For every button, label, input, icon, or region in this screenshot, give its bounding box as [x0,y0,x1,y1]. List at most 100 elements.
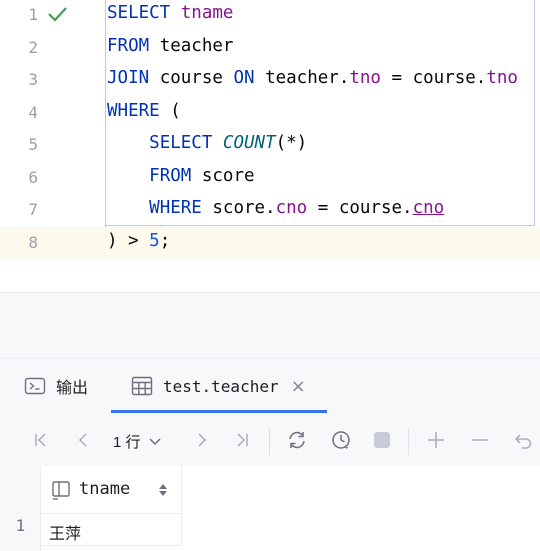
code-token: course [149,68,234,88]
code-token: ON [233,68,255,88]
code-text: SELECT tname [107,3,233,23]
code-text: FROM teacher [107,36,233,56]
tab-test-teacher-label: test.teacher [163,376,279,396]
result-grid: tname 1 王萍 [0,466,540,551]
code-line[interactable]: 7 WHERE score.cno = course.cno [0,194,540,226]
row-number-gutter [0,466,41,551]
code-text: SELECT COUNT(*) [107,133,307,153]
cell-value: 王萍 [49,524,82,543]
toolbar-separator [408,429,409,455]
code-line[interactable]: 8 ) > 5; [0,226,540,259]
table-cell[interactable]: 王萍 [41,514,182,546]
code-token: = course. [307,198,413,218]
code-token: (*) [275,133,308,153]
code-token: COUNT [222,133,276,153]
plus-icon [428,432,444,448]
tab-output-label: 输出 [56,380,89,397]
column-icon [52,481,70,500]
code-token: FROM [107,35,150,56]
refresh-button[interactable] [284,427,310,453]
column-header-tname[interactable]: tname [41,466,182,514]
line-number: 1 [28,5,38,24]
code-token: = course. [380,68,487,88]
stop-icon [374,432,390,448]
check-icon [48,7,67,22]
code-line[interactable]: 1 SELECT tname [0,0,540,31]
sort-icon[interactable] [157,481,169,499]
delete-row-button[interactable] [467,427,493,453]
console-icon [24,377,46,395]
code-token: ( [159,100,181,121]
row-count-selector[interactable]: 1 行 [113,429,163,453]
previous-page-button[interactable] [70,427,96,453]
chevron-down-icon [148,438,161,446]
column-name: tname [79,479,131,499]
code-token: WHERE [149,198,202,218]
code-line[interactable]: 6 FROM score [0,162,540,194]
code-line[interactable]: 5 SELECT COUNT(*) [0,129,540,161]
line-number: 5 [28,135,38,154]
code-token: cno [275,198,308,218]
code-text: WHERE score.cno = course.cno [107,198,444,218]
code-token: cno [412,198,445,218]
active-tab-indicator [111,410,327,413]
code-token: WHERE [107,100,160,121]
code-text: FROM score [107,165,255,186]
code-token: teacher. [254,68,350,88]
code-token: SELECT [149,133,213,153]
code-token: FROM [149,165,192,186]
add-row-button[interactable] [423,427,449,453]
code-token: score. [201,198,276,218]
minus-icon [472,439,488,441]
code-token: 5 [149,230,160,251]
editor-bottom-area [0,292,540,358]
table-icon [131,376,153,396]
code-token: ; [159,230,171,251]
code-text: ) > 5; [107,231,170,251]
clock-icon [332,431,350,449]
code-text: WHERE ( [107,101,181,121]
code-token: teacher [149,35,234,56]
stop-button[interactable] [369,427,395,453]
chevron-right-icon [198,433,207,447]
toolbar-separator [269,429,270,455]
code-line[interactable]: 2 FROM teacher [0,32,540,64]
code-token: ) > [107,230,150,251]
code-text: JOIN course ON teacher.tno = course.tno [107,68,518,88]
sql-editor[interactable]: 1 SELECT tname 2 FROM teacher 3 JOIN course O… [0,0,540,262]
line-number: 4 [28,102,38,122]
query-history-button[interactable] [328,427,354,453]
code-line[interactable]: 4 WHERE ( [0,97,540,129]
row-count-label: 1 行 [113,433,141,451]
line-number: 3 [28,70,38,89]
next-page-button[interactable] [189,427,215,453]
code-token: JOIN [107,68,150,88]
row-number: 1 [15,516,26,535]
line-number: 6 [28,167,38,187]
code-token: tname [180,3,234,23]
code-token: tno [486,68,518,88]
last-page-button[interactable] [229,427,255,453]
revert-button[interactable] [510,427,536,453]
grid-toolbar [0,417,540,463]
code-token: score [191,165,255,186]
chevron-left-icon [78,433,87,447]
result-tabs: 输出 test.teacher × [0,359,540,413]
tab-output[interactable]: 输出 [24,359,88,413]
code-line[interactable]: 3 JOIN course ON teacher.tno = course.tno [0,64,540,96]
line-number: 7 [28,200,38,219]
code-token: SELECT [107,3,171,23]
tab-test-teacher[interactable]: test.teacher × [131,359,306,413]
code-token: tno [349,68,381,88]
close-icon[interactable]: × [291,376,306,397]
line-number: 8 [28,232,38,252]
first-page-button[interactable] [28,427,54,453]
last-page-icon [237,433,248,447]
line-number: 2 [28,37,38,57]
undo-icon [514,434,532,449]
